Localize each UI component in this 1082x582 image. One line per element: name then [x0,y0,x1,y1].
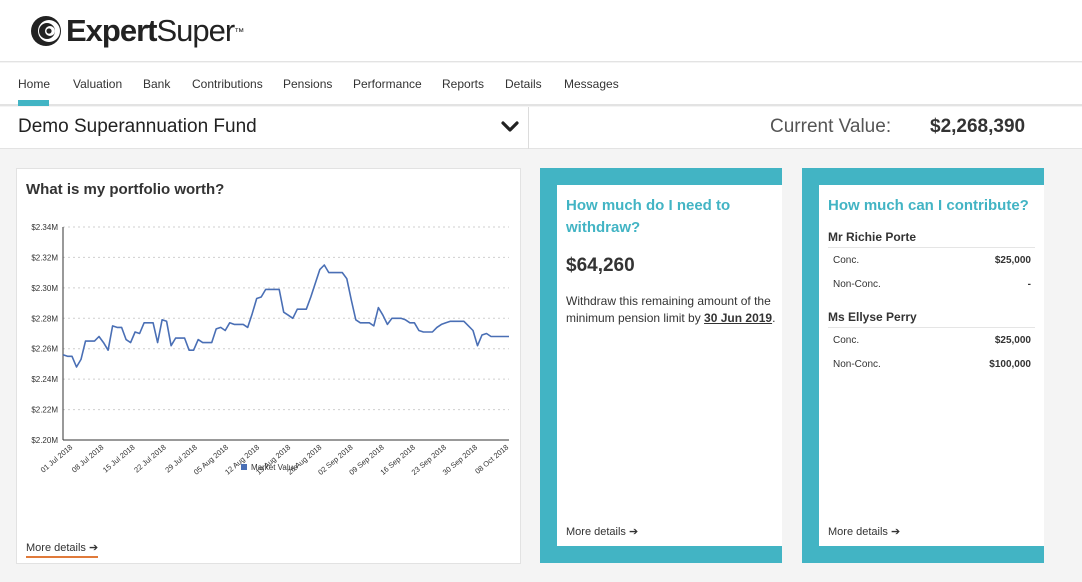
logo-mark-icon [31,16,61,46]
more-details-label: More details [828,526,888,538]
withdraw-description: Withdraw this remaining amount of the mi… [566,293,778,327]
arrow-right-icon: ➔ [890,526,901,538]
divider [828,247,1035,248]
contribute-card-body: How much can I contribute? Mr Richie Por… [819,185,1044,546]
withdraw-card-body: How much do I need to withdraw? $64,260 … [557,185,782,546]
nav-reports[interactable]: Reports [442,77,484,91]
portfolio-chart: $2.20M $2.22M $2.24M $2.26M $2.28M $2.30M $2.3… [31,223,510,477]
conc-label: Conc. [833,255,860,266]
more-details-label: More details [26,542,86,554]
series-line-market-value [62,264,509,368]
divider [828,327,1035,328]
main-nav: Home Valuation Bank Contributions Pensio… [0,63,1082,106]
withdraw-card-title: How much do I need to withdraw? [566,197,731,236]
withdraw-deadline: 30 Jun 2019 [704,311,773,325]
fund-selector[interactable]: Demo Superannuation Fund [18,116,257,138]
arrow-right-icon: ➔ [628,526,639,538]
withdraw-card: How much do I need to withdraw? $64,260 … [540,168,782,563]
nav-valuation[interactable]: Valuation [73,77,122,91]
legend-label: Market Value [251,463,298,472]
legend-swatch [241,464,247,470]
y-tick-label: $2.34M [31,223,58,232]
logo-text-light: Super [156,13,235,48]
active-tab-indicator [18,100,49,106]
member-name: Mr Richie Porte [828,230,917,244]
y-tick-label: $2.28M [31,314,58,323]
withdraw-text-end: . [772,311,776,325]
nav-messages[interactable]: Messages [564,77,619,91]
trademark: ™ [234,27,245,38]
x-tick-label: 01 Jul 2018 [39,443,75,475]
conc-value: $25,000 [994,255,1031,266]
y-tick-label: $2.26M [31,345,58,354]
arrow-right-icon: ➔ [88,542,99,554]
nonconc-label: Non-Conc. [833,279,881,290]
x-tick-label: 22 Jul 2018 [132,443,168,475]
logo-text: ExpertSuper™ [66,14,244,48]
x-tick-label: 08 Jul 2018 [70,443,106,475]
divider [528,107,529,149]
portfolio-more-details-link[interactable]: More details ➔ [26,541,99,558]
nonconc-label: Non-Conc. [833,359,881,370]
conc-label: Conc. [833,335,860,346]
y-tick-label: $2.24M [31,375,58,384]
x-tick-label: 08 Oct 2018 [473,443,510,476]
y-tick-label: $2.20M [31,436,58,445]
contribute-card-title: How much can I contribute? [828,197,1029,214]
x-tick-label: 15 Jul 2018 [101,443,137,475]
nav-contributions[interactable]: Contributions [192,77,263,91]
withdraw-amount: $64,260 [566,255,635,276]
nav-pensions[interactable]: Pensions [283,77,332,91]
y-tick-label: $2.30M [31,284,58,293]
portfolio-card-title: What is my portfolio worth? [26,181,225,198]
nonconc-value: $100,000 [989,359,1031,370]
nonconc-value: - [1027,279,1031,290]
logo-text-bold: Expert [66,13,157,48]
nav-performance[interactable]: Performance [353,77,422,91]
nav-bank[interactable]: Bank [143,77,170,91]
fund-bar: Demo Superannuation Fund Current Value: … [0,107,1082,149]
current-value-label: Current Value: [770,116,892,137]
contribute-card: How much can I contribute? Mr Richie Por… [802,168,1044,563]
contribute-more-details-link[interactable]: More details ➔ [828,525,900,538]
current-value: $2,268,390 [930,116,1026,137]
withdraw-more-details-link[interactable]: More details ➔ [566,525,638,538]
portfolio-card: What is my portfolio worth? $2.20M $2.22M… [16,168,521,564]
more-details-label: More details [566,526,626,538]
nav-details[interactable]: Details [505,77,542,91]
header: ExpertSuper™ [0,0,1082,62]
nav-home[interactable]: Home [18,77,50,91]
conc-value: $25,000 [994,335,1031,346]
logo[interactable]: ExpertSuper™ [30,14,244,48]
member-name: Ms Ellyse Perry [828,310,917,324]
chevron-down-icon[interactable] [500,117,520,137]
y-tick-label: $2.32M [31,253,58,262]
y-tick-label: $2.22M [31,406,58,415]
